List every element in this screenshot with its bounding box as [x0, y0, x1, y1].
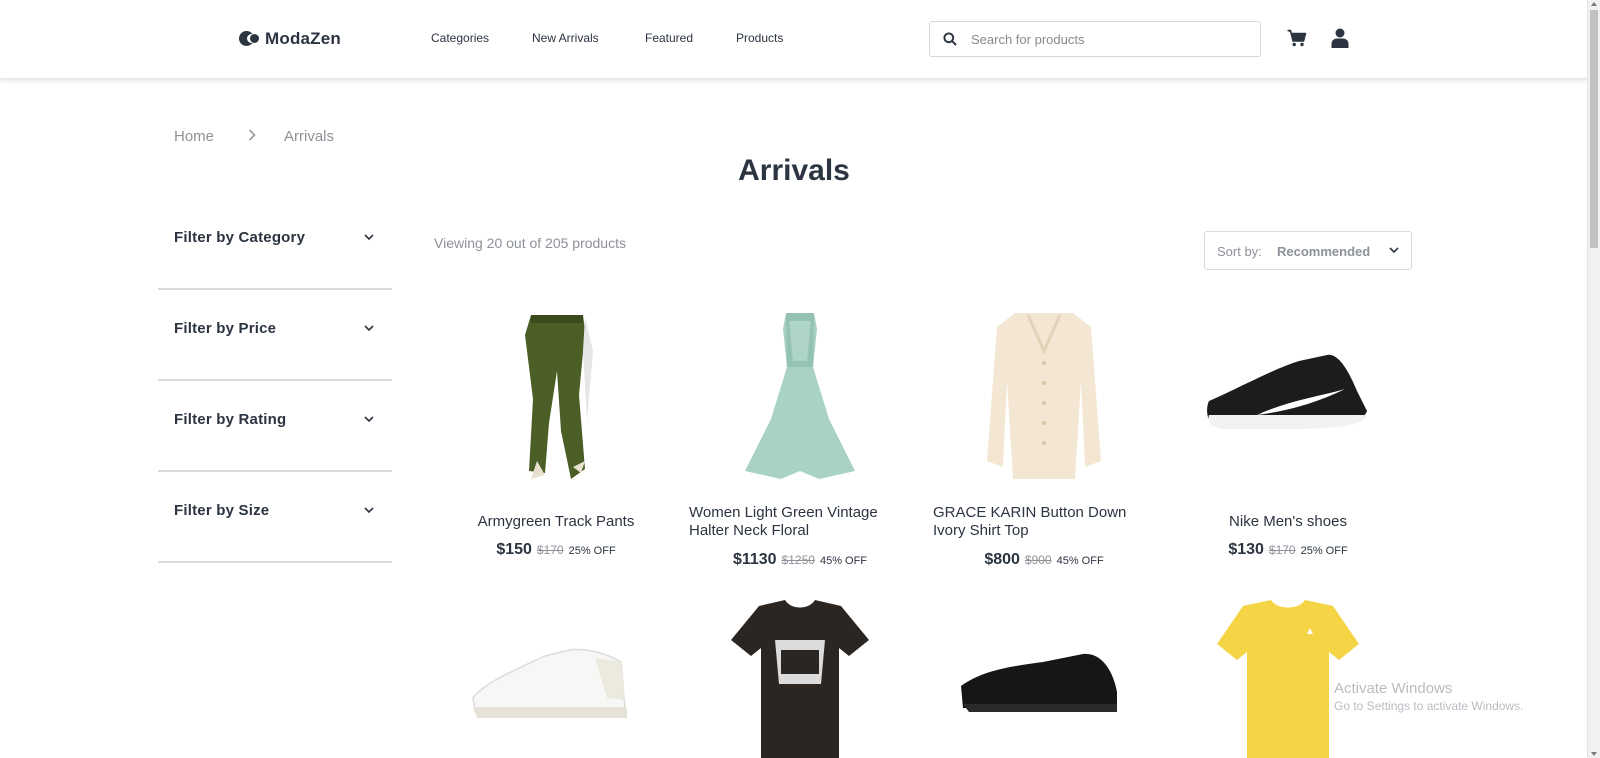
product-old-price: $170 — [1268, 543, 1296, 557]
product-name[interactable]: Women Light Green Vintage Halter Neck Fl… — [689, 504, 911, 540]
product-discount: 45% OFF — [1056, 555, 1104, 567]
product-image-green-dress[interactable] — [689, 311, 911, 491]
chevron-down-icon — [1389, 247, 1399, 254]
product-name[interactable]: GRACE KARIN Button Down Ivory Shirt Top — [933, 504, 1155, 540]
product-price: $1130 — [732, 551, 777, 568]
nav-products[interactable]: Products — [736, 31, 783, 45]
chevron-down-icon — [364, 325, 374, 332]
sort-dropdown[interactable]: Sort by: Recommended — [1204, 231, 1412, 270]
cart-icon[interactable] — [1284, 25, 1310, 51]
product-price-row: $1130 $1250 45% OFF — [689, 551, 911, 569]
breadcrumb-current[interactable]: Arrivals — [284, 128, 334, 145]
scroll-down-icon[interactable] — [1591, 752, 1597, 756]
user-icon[interactable] — [1327, 25, 1353, 51]
filter-size-label: Filter by Size — [174, 502, 270, 519]
watermark-title: Activate Windows — [1334, 680, 1453, 697]
product-price: $800 — [984, 551, 1020, 568]
nav-featured[interactable]: Featured — [645, 31, 693, 45]
search-input[interactable] — [969, 30, 1243, 48]
chevron-down-icon — [364, 234, 374, 241]
scroll-up-icon[interactable] — [1591, 2, 1597, 6]
brand-logo[interactable]: ModaZen — [239, 28, 341, 50]
product-price-row: $130 $170 25% OFF — [1177, 541, 1399, 559]
product-old-price: $900 — [1024, 553, 1052, 567]
breadcrumb-separator-icon — [248, 128, 256, 145]
product-image-ivory-shirt[interactable] — [933, 311, 1155, 491]
search-icon — [943, 32, 957, 46]
filter-category-label: Filter by Category — [174, 229, 306, 246]
search-box — [929, 21, 1261, 57]
logo-mark-icon — [239, 31, 261, 47]
filter-category[interactable]: Filter by Category — [158, 200, 392, 290]
product-name[interactable]: Armygreen Track Pants — [445, 513, 667, 531]
product-price-row: $150 $170 25% OFF — [445, 541, 667, 559]
product-image-white-sneaker[interactable] — [445, 600, 667, 758]
product-old-price: $1250 — [781, 553, 815, 567]
product-name[interactable]: Nike Men's shoes — [1177, 513, 1399, 531]
chevron-down-icon — [364, 507, 374, 514]
product-image-nike-shoes[interactable] — [1177, 311, 1399, 491]
filter-price[interactable]: Filter by Price — [158, 291, 392, 381]
product-price-row: $800 $900 45% OFF — [933, 551, 1155, 569]
product-discount: 45% OFF — [819, 555, 868, 567]
product-image-yellow-tshirt[interactable] — [1177, 600, 1399, 758]
vertical-scrollbar[interactable] — [1587, 0, 1600, 758]
product-discount: 25% OFF — [568, 545, 616, 557]
sort-label: Sort by: — [1217, 244, 1262, 259]
nav-new-arrivals[interactable]: New Arrivals — [532, 31, 599, 45]
filter-size[interactable]: Filter by Size — [158, 473, 392, 563]
page-title: Arrivals — [738, 154, 850, 187]
watermark-subtitle: Go to Settings to activate Windows. — [1334, 699, 1524, 713]
chevron-down-icon — [364, 416, 374, 423]
product-image-puma-tshirt[interactable] — [689, 600, 911, 758]
windows-activation-watermark: Activate Windows Go to Settings to activ… — [1334, 680, 1523, 713]
product-image-track-pants[interactable] — [445, 311, 667, 491]
product-price: $150 — [496, 541, 532, 558]
nav-categories[interactable]: Categories — [431, 31, 489, 45]
filter-rating-label: Filter by Rating — [174, 411, 287, 428]
breadcrumb-home[interactable]: Home — [174, 128, 214, 145]
sort-value: Recommended — [1277, 244, 1371, 259]
filter-rating[interactable]: Filter by Rating — [158, 382, 392, 472]
top-header: ModaZen Categories New Arrivals Featured… — [0, 0, 1588, 79]
product-image-black-slipon[interactable] — [933, 600, 1155, 758]
product-old-price: $170 — [536, 543, 564, 557]
filter-price-label: Filter by Price — [174, 320, 277, 337]
breadcrumb: Home Arrivals — [174, 128, 334, 145]
product-discount: 25% OFF — [1300, 545, 1348, 557]
product-price: $130 — [1228, 541, 1264, 558]
scrollbar-thumb[interactable] — [1590, 10, 1598, 248]
brand-name: ModaZen — [265, 29, 342, 48]
results-count: Viewing 20 out of 205 products — [434, 235, 626, 251]
